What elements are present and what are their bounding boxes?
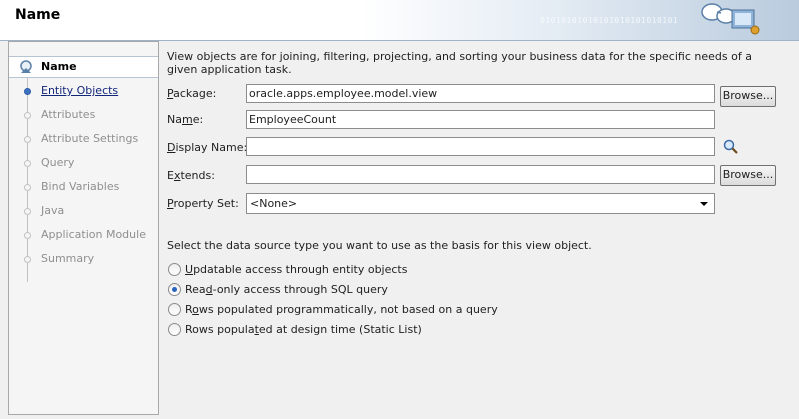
- step-dot-icon: [24, 112, 31, 119]
- nav-step-attribute-settings[interactable]: Attribute Settings: [9, 129, 158, 149]
- radio-button[interactable]: [168, 323, 181, 336]
- view-object-wizard-icon: [701, 3, 760, 35]
- package-browse-button[interactable]: Browse...: [720, 86, 776, 107]
- nav-step-application-module[interactable]: Application Module: [9, 225, 158, 245]
- radio-label: Read-only access through SQL query: [185, 283, 388, 296]
- radio-button[interactable]: [168, 263, 181, 276]
- step-dot-icon: [24, 256, 31, 263]
- nav-step-summary[interactable]: Summary: [9, 249, 158, 269]
- radio-label: Updatable access through entity objects: [185, 263, 408, 276]
- step-dot-icon: [24, 88, 31, 95]
- datasource-prompt: Select the data source type you want to …: [167, 239, 592, 252]
- radio-button[interactable]: [168, 303, 181, 316]
- nav-step-label: Attributes: [41, 108, 96, 121]
- radio-button[interactable]: [168, 283, 181, 296]
- page-title: Name: [15, 7, 61, 23]
- nav-step-label: Entity Objects: [41, 84, 119, 97]
- package-label: Package:: [167, 87, 217, 100]
- nav-step-label: Attribute Settings: [41, 132, 139, 145]
- nav-step-label: Summary: [41, 252, 95, 265]
- nav-step-bind-variables[interactable]: Bind Variables: [9, 177, 158, 197]
- nav-step-label: Bind Variables: [41, 180, 120, 193]
- chevron-down-icon: [700, 202, 708, 206]
- wizard-header: Name 01010101010101010101010101: [0, 0, 799, 41]
- nav-step-attributes[interactable]: Attributes: [9, 105, 158, 125]
- nav-step-java[interactable]: Java: [9, 201, 158, 221]
- nav-step-label: Query: [41, 156, 75, 169]
- radio-label: Rows populated programmatically, not bas…: [185, 303, 498, 316]
- header-binary-decoration: 01010101010101010101010101: [540, 16, 679, 25]
- step-dot-icon: [24, 208, 31, 215]
- step-dot-icon: [24, 232, 31, 239]
- package-input[interactable]: oracle.apps.employee.model.view: [246, 84, 715, 103]
- extends-browse-button[interactable]: Browse...: [720, 165, 776, 186]
- page-description: View objects are for joining, filtering,…: [167, 50, 752, 76]
- display-name-label: Display Name:: [167, 141, 248, 154]
- nav-step-entity-objects[interactable]: Entity Objects: [9, 81, 158, 101]
- nav-step-label: Application Module: [41, 228, 146, 241]
- radio-label: Rows populated at design time (Static Li…: [185, 323, 422, 336]
- extends-label: Extends:: [167, 169, 215, 182]
- nav-step-query[interactable]: Query: [9, 153, 158, 173]
- name-label: Name:: [167, 113, 204, 126]
- extends-input[interactable]: [246, 165, 715, 184]
- wizard-step-navigation: Name Entity Objects Attributes Attribute…: [8, 41, 159, 415]
- nav-step-name[interactable]: Name: [9, 56, 158, 78]
- property-set-value: <None>: [250, 197, 298, 210]
- name-input[interactable]: EmployeeCount: [246, 110, 715, 129]
- wizard-content: View objects are for joining, filtering,…: [158, 41, 799, 419]
- nav-step-label: Name: [41, 60, 77, 73]
- magnifier-step-icon: [20, 60, 32, 73]
- step-dot-icon: [24, 136, 31, 143]
- nav-step-label: Java: [41, 204, 65, 217]
- property-set-select[interactable]: <None>: [246, 193, 715, 214]
- property-set-label: Property Set:: [167, 197, 239, 210]
- step-dot-icon: [24, 184, 31, 191]
- search-icon[interactable]: [723, 139, 739, 155]
- step-dot-icon: [24, 160, 31, 167]
- display-name-input[interactable]: [246, 137, 715, 156]
